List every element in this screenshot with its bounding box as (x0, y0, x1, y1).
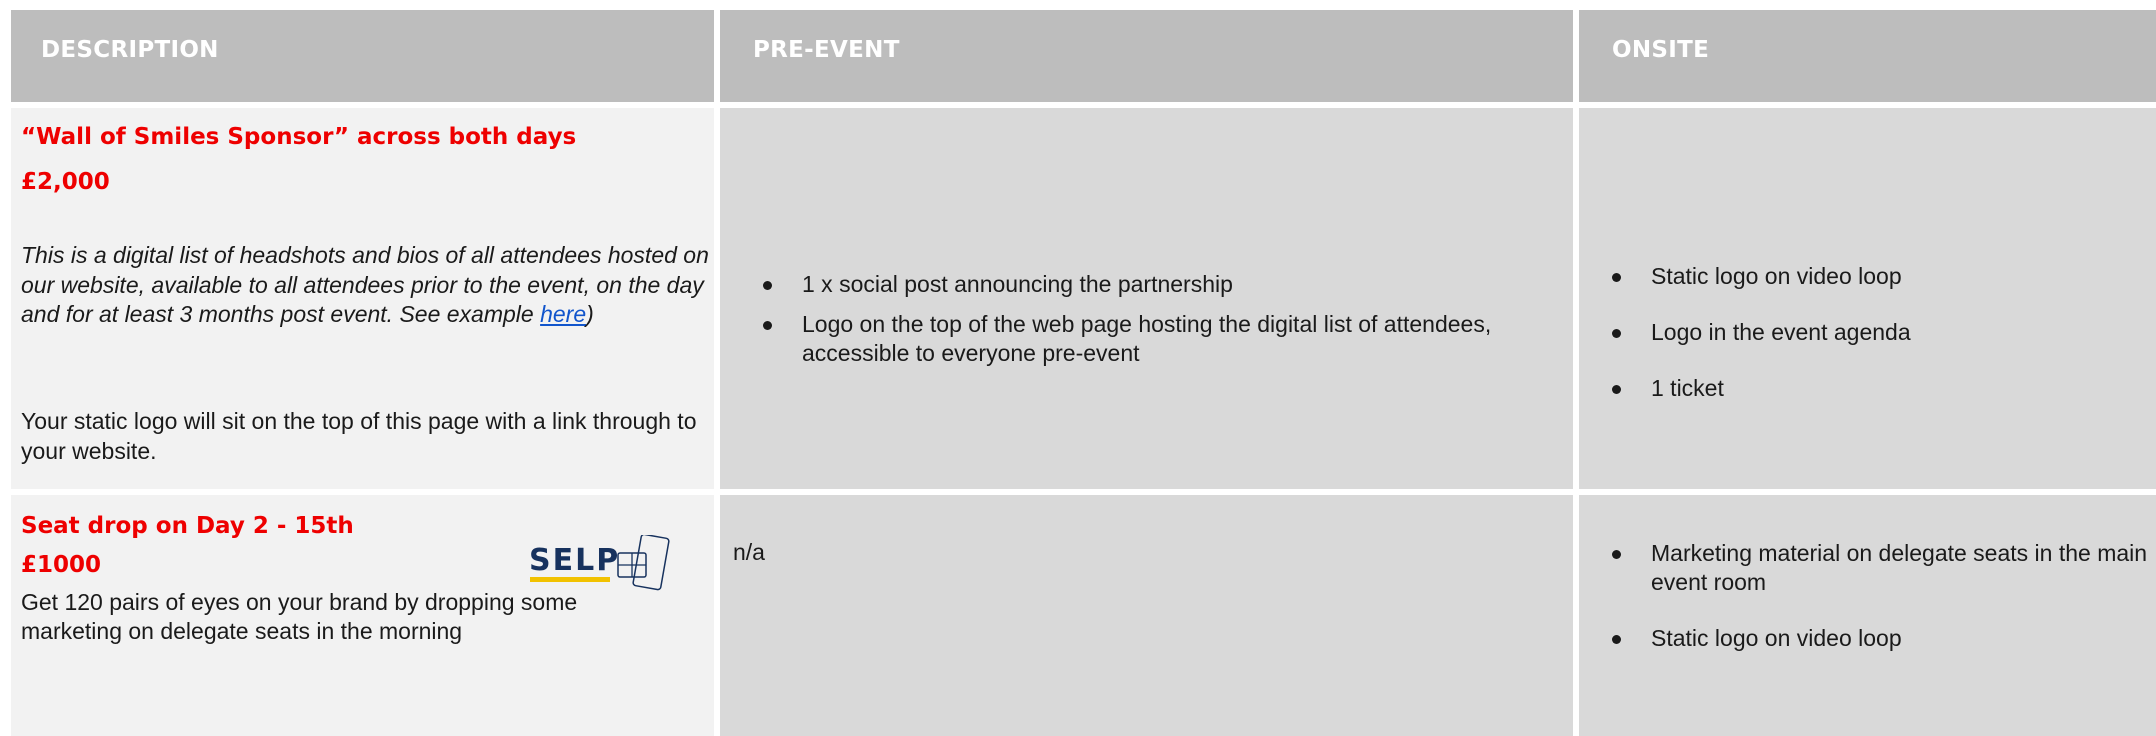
row1-body: Your static logo will sit on the top of … (21, 408, 697, 464)
selp-logo-text: SELP (529, 543, 621, 578)
list-item: Logo on the top of the web page hosting … (760, 310, 1540, 368)
row2-onsite-cell: Marketing material on delegate seats in … (1579, 495, 2156, 736)
sponsorship-table: DESCRIPTION PRE-EVENT ONSITE “Wall of Sm… (11, 10, 2156, 736)
header-onsite: ONSITE (1579, 10, 2156, 102)
row2-pre-event-na: n/a (733, 539, 765, 565)
row1-italic-text: This is a digital list of headshots and … (21, 242, 709, 327)
row1-italic-close: ) (586, 301, 594, 327)
row1-onsite-cell: Static logo on video loop Logo in the ev… (1579, 108, 2156, 489)
list-item: 1 ticket (1609, 374, 2149, 403)
row2-pre-event-cell: n/a (720, 495, 1573, 736)
selp-logo: SELP (529, 535, 677, 597)
list-item: Static logo on video loop (1609, 624, 2149, 653)
header-pre-event: PRE-EVENT (720, 10, 1573, 102)
row2-title: Seat drop on Day 2 - 15th (21, 513, 354, 539)
row1-price: £2,000 (21, 169, 110, 195)
list-item: Static logo on video loop (1609, 262, 2149, 291)
list-item: Logo in the event agenda (1609, 318, 2149, 347)
list-item: 1 x social post announcing the partnersh… (760, 270, 1540, 299)
row1-title: “Wall of Smiles Sponsor” across both day… (21, 124, 577, 150)
list-item: Marketing material on delegate seats in … (1609, 539, 2149, 597)
row2-description-cell: Seat drop on Day 2 - 15th £1000 Get 120 … (11, 495, 714, 736)
row2-price: £1000 (21, 552, 102, 578)
row1-description-cell: “Wall of Smiles Sponsor” across both day… (11, 108, 714, 489)
row2-body-text: Get 120 pairs of eyes on your brand by d… (21, 589, 578, 644)
row1-pre-event-cell: 1 x social post announcing the partnersh… (720, 108, 1573, 489)
example-link[interactable]: here (540, 301, 586, 327)
row1-pre-event-list: 1 x social post announcing the partnersh… (760, 270, 1540, 368)
header-description: DESCRIPTION (11, 10, 714, 102)
row1-onsite-list: Static logo on video loop Logo in the ev… (1609, 262, 2149, 403)
selp-logo-bar (530, 577, 610, 582)
row2-onsite-list: Marketing material on delegate seats in … (1609, 539, 2149, 653)
row1-italic-description: This is a digital list of headshots and … (21, 241, 711, 330)
selp-logo-mark-icon (617, 535, 670, 591)
